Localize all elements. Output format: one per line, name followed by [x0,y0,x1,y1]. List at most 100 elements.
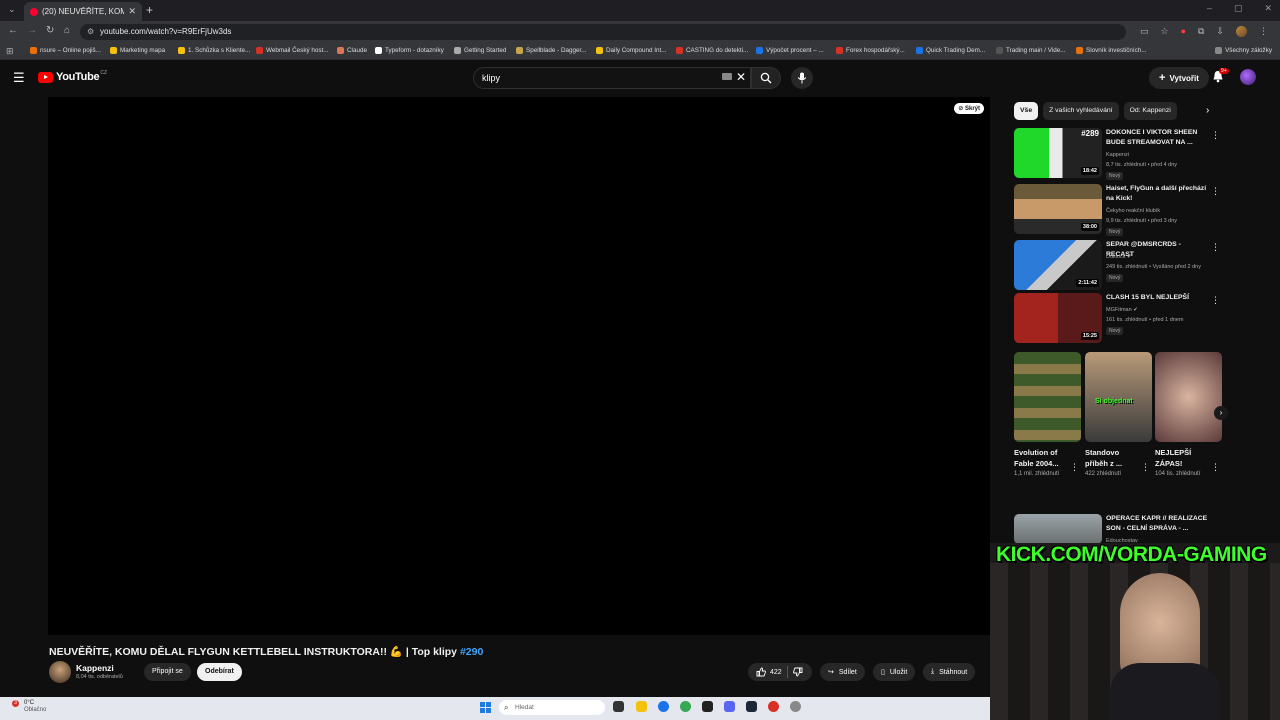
weather-widget[interactable]: 3 0°C Oblačno [12,700,46,714]
join-button[interactable]: Připojit se [144,663,191,681]
new-tab-icon[interactable]: + [146,3,153,17]
short-thumbnail[interactable] [1014,352,1081,442]
more-options-icon[interactable]: ⋮ [1211,462,1220,473]
short-item[interactable]: Si objednat Standovo příběh z ... 422 zh… [1085,352,1152,477]
hide-button[interactable]: ⊘ Skrýt [954,103,984,114]
voice-search-button[interactable] [791,67,813,89]
bookmark-item[interactable]: Claude [337,47,367,54]
short-title[interactable]: Standovo příběh z ... [1085,447,1141,469]
bookmark-item[interactable]: Webmail Český host... [256,47,329,54]
account-avatar[interactable] [1240,69,1256,85]
video-thumbnail[interactable]: 38:00 [1014,184,1102,234]
more-options-icon[interactable]: ⋮ [1211,130,1220,141]
close-tab-icon[interactable]: ✕ [128,6,136,17]
recommended-video[interactable]: #289 18:42 DOKONCE I VIKTOR SHEEN BUDE S… [1014,128,1226,180]
video-player[interactable]: ⊘ Skrýt [48,97,990,635]
window-close-icon[interactable]: ✕ [1264,3,1272,14]
chip-from-channel[interactable]: Od: Kappenzi [1123,102,1177,120]
downloads-icon[interactable]: ⇩ [1216,26,1224,37]
bookmark-item[interactable]: Výpočet procent – ... [756,47,824,54]
recommended-channel[interactable]: Čekyho reakční klubík [1106,208,1160,214]
steam-icon[interactable] [746,701,757,712]
windows-start-icon[interactable] [480,702,491,713]
video-thumbnail[interactable]: 2:11:42 [1014,240,1102,290]
chevron-right-icon[interactable]: › [1214,406,1228,420]
bookmark-item[interactable]: CASTING do detekti... [676,47,748,54]
bookmark-item[interactable]: Daily Compound Int... [596,47,667,54]
chrome-icon[interactable] [658,701,669,712]
bookmark-item[interactable]: Forex hospodářský... [836,47,905,54]
chip-from-searches[interactable]: Z vašich vyhledávání [1043,102,1119,120]
bookmark-item[interactable]: Spellblade - Dagger... [516,47,587,54]
bookmark-item[interactable]: Quick Trading Dem... [916,47,985,54]
all-bookmarks[interactable]: Všechny záložky [1215,47,1272,54]
recommended-video[interactable]: 15:25 CLASH 15 BYL NEJLEPŠÍ MGFitman ✔ 1… [1014,293,1226,345]
settings-icon[interactable] [790,701,801,712]
short-thumbnail[interactable] [1155,352,1222,442]
bookmark-item[interactable]: Slovník investičních... [1076,47,1147,54]
recording-icon[interactable]: ● [1181,26,1186,37]
recommended-title[interactable]: CLASH 15 BYL NEJLEPŠÍ [1106,293,1210,303]
recommended-video[interactable]: 2:11:42 SEPAR @DMSRCRDS - RECAST Duklock… [1014,240,1226,292]
cast-icon[interactable]: ▭ [1140,26,1149,37]
video-thumbnail[interactable]: 15:25 [1014,293,1102,343]
site-info-icon[interactable]: ⚙ [87,24,94,40]
bookmark-item[interactable]: Typeform - dotazníky [375,47,444,54]
profile-avatar[interactable] [1236,26,1247,37]
short-item[interactable]: Evolution of Fable 2004... 1,1 mil. zhlé… [1014,352,1081,477]
recommended-channel[interactable]: Duklock ✔ [1106,254,1132,260]
reload-icon[interactable]: ↻ [46,25,54,36]
video-thumbnail[interactable]: #289 18:42 [1014,128,1102,178]
file-explorer-icon[interactable] [636,701,647,712]
recommended-channel[interactable]: Kappenzi [1106,152,1129,158]
download-button[interactable]: ⤓ Stáhnout [923,663,976,681]
like-button[interactable]: 422 [756,667,782,677]
hashtag-link[interactable]: #290 [460,646,483,658]
home-icon[interactable]: ⌂ [64,25,70,36]
search-input[interactable]: klipy [473,67,751,89]
minimize-icon[interactable]: – [1207,3,1212,14]
chip-all[interactable]: Vše [1014,102,1039,120]
channel-avatar[interactable] [49,661,71,683]
search-button[interactable] [751,67,781,89]
menu-icon[interactable]: ☰ [13,70,25,86]
recommended-title[interactable]: OPERACE KAPR // REALIZACE SON - CELNÍ SP… [1106,514,1210,534]
browser-menu-icon[interactable]: ⋮ [1259,26,1268,37]
back-icon[interactable]: ← [8,25,18,36]
maximize-icon[interactable]: ▢ [1234,3,1243,14]
apps-grid-icon[interactable]: ⊞ [6,46,14,57]
bookmark-item[interactable]: Getting Started [454,47,506,54]
clear-search-icon[interactable]: ✕ [736,70,746,84]
extensions-icon[interactable]: ⧉ [1198,26,1204,37]
create-button[interactable]: + Vytvořit [1149,67,1209,89]
tab-list-icon[interactable]: ⌄ [8,4,16,15]
address-bar[interactable]: ⚙ youtube.com/watch?v=R9ErFjUw3ds [80,24,1126,40]
short-thumbnail[interactable]: Si objednat [1085,352,1152,442]
short-title[interactable]: NEJLEPŠÍ ZÁPAS! [1155,447,1211,469]
bookmark-item[interactable]: 1. Schůzka s Kliente... [178,47,250,54]
chevron-right-icon[interactable]: › [1206,105,1209,116]
bookmark-item[interactable]: Trading main / Vide... [996,47,1066,54]
more-options-icon[interactable]: ⋮ [1211,242,1220,253]
browser-tab-active[interactable]: (20) NEUVĚŘÍTE, KOMU DĚLAL ✕ [24,2,142,21]
forward-icon[interactable]: → [27,25,37,36]
subscribe-button[interactable]: Odebírat [197,663,242,681]
recording-app-icon[interactable] [768,701,779,712]
keyboard-icon[interactable] [722,73,732,80]
more-options-icon[interactable]: ⋮ [1211,295,1220,306]
share-button[interactable]: ↪ Sdílet [820,663,865,681]
more-options-icon[interactable]: ⋮ [1211,186,1220,197]
task-view-icon[interactable] [613,701,624,712]
recommended-channel[interactable]: MGFitman ✔ [1106,307,1138,313]
recommended-video[interactable]: OPERACE KAPR // REALIZACE SON - CELNÍ SP… [1014,514,1226,544]
more-options-icon[interactable]: ⋮ [1141,462,1150,473]
youtube-logo[interactable]: YouTube CZ [38,70,107,83]
short-item[interactable]: NEJLEPŠÍ ZÁPAS! 104 tis. zhlédnutí ⋮ [1155,352,1222,477]
bookmark-item[interactable]: nsure – Online pojiš... [30,47,101,54]
bookmark-item[interactable]: Marketing mapa [110,47,165,54]
recommended-title[interactable]: Haiset, FlyGun a další přechází na Kick! [1106,184,1210,204]
more-options-icon[interactable]: ⋮ [1070,462,1079,473]
chrome-profile-icon[interactable] [680,701,691,712]
thumbs-down-icon[interactable] [792,667,803,677]
bookmark-star-icon[interactable]: ☆ [1161,26,1169,37]
